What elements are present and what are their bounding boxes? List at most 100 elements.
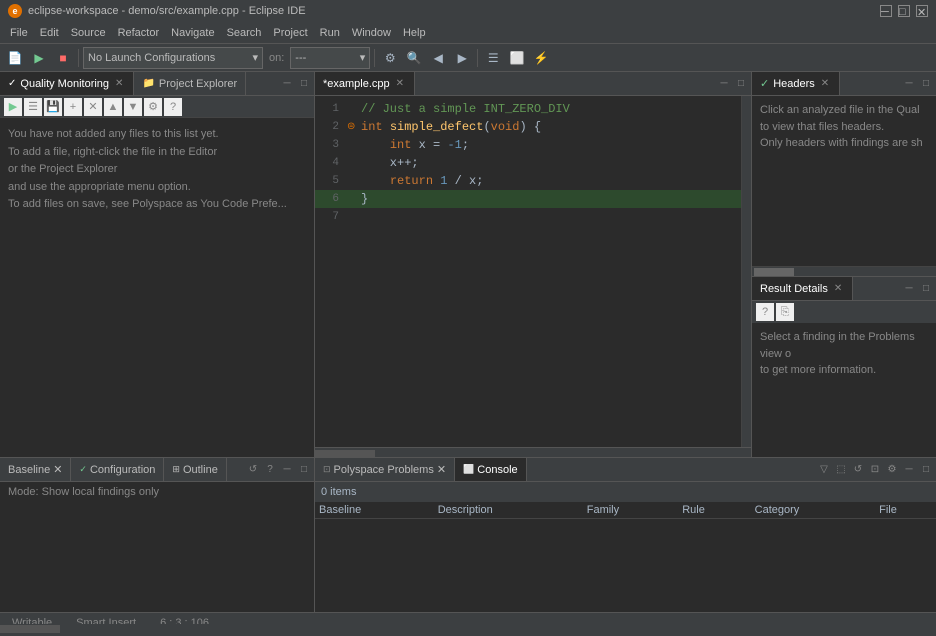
problems-btn-2[interactable]: ↺ [850,462,866,478]
menu-navigate[interactable]: Navigate [165,25,220,41]
qm-help-btn[interactable]: ? [164,98,182,116]
close-problems-tab[interactable]: ✕ [437,463,446,476]
tab-polyspace-problems[interactable]: ⊡ Polyspace Problems ✕ [315,458,455,481]
close-result-details-tab[interactable]: ✕ [832,282,844,295]
minimize-result-details-btn[interactable]: ─ [901,281,917,297]
window-controls: ─ □ ✕ [880,5,928,17]
bottom-right-tab-bar: ⊡ Polyspace Problems ✕ ⬜ Console ▽ ⬚ ↺ ⊡… [315,458,936,482]
main-area: ✓ Quality Monitoring ✕ 📁 Project Explore… [0,72,936,457]
problems-btn-4[interactable]: ⚙ [884,462,900,478]
problems-scrollbar[interactable] [0,624,936,632]
scrollbar-thumb[interactable] [315,450,375,458]
maximize-btn[interactable]: □ [898,5,910,17]
result-details-panel: Result Details ✕ ─ □ ? ⎘ Select a findin… [752,277,936,457]
filter-btn[interactable]: ▽ [816,462,832,478]
launch-config-dropdown[interactable]: No Launch Configurations ▾ [83,47,263,69]
headers-scrollbar[interactable] [752,266,936,276]
problems-btn-3[interactable]: ⊡ [867,462,883,478]
code-editor[interactable]: 1 // Just a simple INT_ZERO_DIV 2 ⊜ int … [315,96,741,447]
th-baseline: Baseline [315,502,434,519]
toolbar-btn-7[interactable]: ⚡ [530,47,552,69]
toolbar-btn-5[interactable]: ☰ [482,47,504,69]
qm-up-btn[interactable]: ▲ [104,98,122,116]
problems-table: Baseline Description Family Rule Categor… [315,502,936,519]
left-tab-bar: ✓ Quality Monitoring ✕ 📁 Project Explore… [0,72,314,96]
toolbar-btn-2[interactable]: 🔍 [403,47,425,69]
menu-window[interactable]: Window [346,25,397,41]
refresh-bottom-left-btn[interactable]: ↺ [245,462,261,478]
minimize-editor-btn[interactable]: ─ [716,76,732,92]
close-btn[interactable]: ✕ [916,5,928,17]
qm-remove-btn[interactable]: ✕ [84,98,102,116]
tab-example-cpp[interactable]: *example.cpp ✕ [315,72,415,95]
maximize-result-details-btn[interactable]: □ [918,281,934,297]
editor-area[interactable]: 1 // Just a simple INT_ZERO_DIV 2 ⊜ int … [315,96,751,457]
stop-button[interactable]: ■ [52,47,74,69]
headers-scrollbar-thumb[interactable] [754,268,794,276]
result-help-btn[interactable]: ? [756,303,774,321]
tab-outline[interactable]: ⊞ Outline [164,458,226,481]
editor-horizontal-scrollbar[interactable] [315,447,751,457]
editor-tab-controls: ─ □ [716,76,751,92]
qm-list-btn[interactable]: ☰ [24,98,42,116]
tab-quality-monitoring[interactable]: ✓ Quality Monitoring ✕ [0,72,134,95]
bottom-area: Baseline ✕ ✓ Configuration ⊞ Outline ↺ ?… [0,457,936,612]
menu-edit[interactable]: Edit [34,25,65,41]
close-quality-monitoring[interactable]: ✕ [113,77,125,90]
headers-icon: ✓ [760,77,769,90]
tab-result-details[interactable]: Result Details ✕ [752,277,853,300]
maximize-left-btn[interactable]: □ [296,76,312,92]
editor-vertical-scrollbar[interactable] [741,96,751,447]
editor-tab-bar: *example.cpp ✕ ─ □ [315,72,751,96]
problems-table-container: Baseline Description Family Rule Categor… [315,502,936,612]
qm-down-btn[interactable]: ▼ [124,98,142,116]
menu-project[interactable]: Project [267,25,313,41]
menu-search[interactable]: Search [221,25,268,41]
minimize-headers-btn[interactable]: ─ [901,76,917,92]
close-baseline-tab[interactable]: ✕ [53,463,62,476]
menu-file[interactable]: File [4,25,34,41]
qm-save-btn[interactable]: 💾 [44,98,62,116]
toolbar-btn-6[interactable]: ⬜ [506,47,528,69]
maximize-editor-btn[interactable]: □ [733,76,749,92]
qm-run-btn[interactable]: ▶ [4,98,22,116]
maximize-bottom-right-btn[interactable]: □ [918,462,934,478]
tab-headers[interactable]: ✓ Headers ✕ [752,72,840,95]
tab-configuration[interactable]: ✓ Configuration [71,458,164,481]
code-line-5: 5 return 1 / x; [315,172,741,190]
minimize-bottom-right-btn[interactable]: ─ [901,462,917,478]
menu-run[interactable]: Run [314,25,346,41]
toolbar-btn-1[interactable]: ⚙ [379,47,401,69]
menu-refactor[interactable]: Refactor [112,25,166,41]
close-editor-tab[interactable]: ✕ [394,77,406,90]
problems-btn-1[interactable]: ⬚ [833,462,849,478]
menu-help[interactable]: Help [397,25,432,41]
new-button[interactable]: 📄 [4,47,26,69]
menu-source[interactable]: Source [65,25,112,41]
console-icon: ⬜ [463,464,474,475]
help-bottom-left-btn[interactable]: ? [262,462,278,478]
qm-add-btn[interactable]: + [64,98,82,116]
result-copy-btn[interactable]: ⎘ [776,303,794,321]
on-label: on: [265,52,288,64]
minimize-left-btn[interactable]: ─ [279,76,295,92]
tab-project-explorer[interactable]: 📁 Project Explorer [134,72,246,95]
toolbar-btn-4[interactable]: ▶ [451,47,473,69]
close-headers-tab[interactable]: ✕ [819,77,831,90]
maximize-bottom-left-btn[interactable]: □ [296,462,312,478]
qm-settings-btn[interactable]: ⚙ [144,98,162,116]
tab-baseline[interactable]: Baseline ✕ [0,458,71,481]
title-bar: e eclipse-workspace - demo/src/example.c… [0,0,936,22]
maximize-headers-btn[interactable]: □ [918,76,934,92]
th-category: Category [751,502,875,519]
minimize-bottom-left-btn[interactable]: ─ [279,462,295,478]
minimize-btn[interactable]: ─ [880,5,892,17]
result-details-tab-bar: Result Details ✕ ─ □ [752,277,936,301]
toolbar-btn-3[interactable]: ◀ [427,47,449,69]
address-dropdown[interactable]: --- ▾ [290,47,370,69]
run-button[interactable]: ▶ [28,47,50,69]
window-title: eclipse-workspace - demo/src/example.cpp… [28,5,306,17]
right-panel: ✓ Headers ✕ ─ □ Click an analyzed file i… [751,72,936,457]
tab-console[interactable]: ⬜ Console [455,458,527,481]
code-line-1: 1 // Just a simple INT_ZERO_DIV [315,100,741,118]
